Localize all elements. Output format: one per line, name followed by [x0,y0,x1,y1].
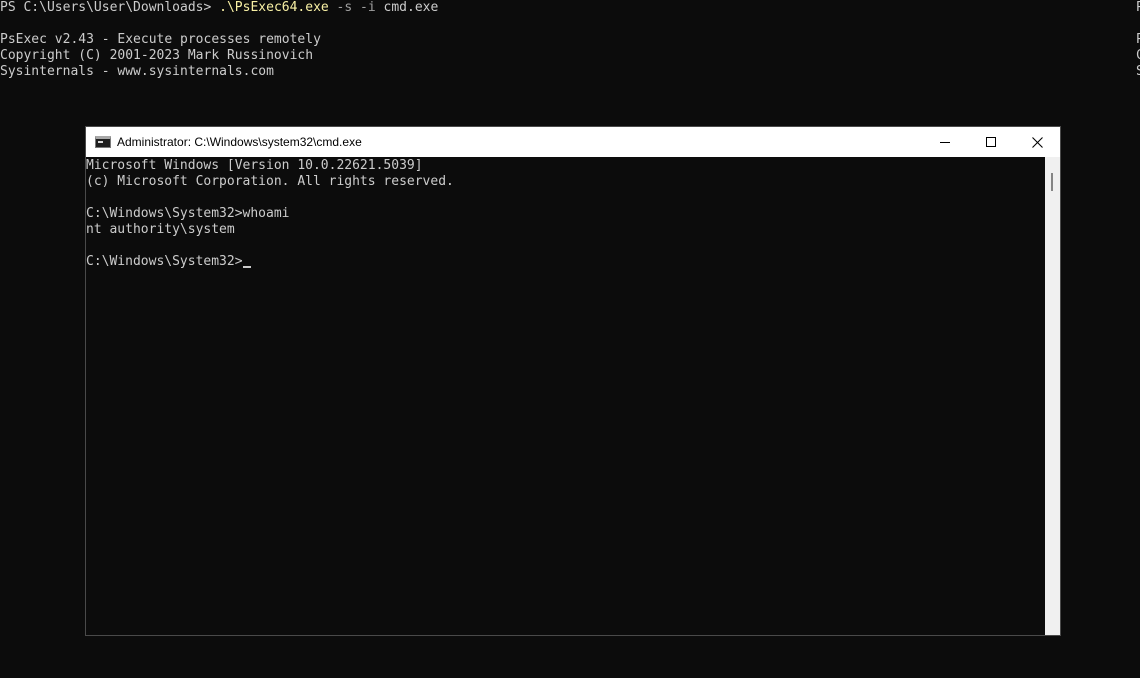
cmd-line: Microsoft Windows [Version 10.0.22621.50… [86,158,454,174]
ps-edge-char [1136,16,1140,32]
ps-line: PS C:\Users\User\Downloads> .\PsExec64.e… [0,0,1120,16]
cmd-titlebar[interactable]: Administrator: C:\Windows\system32\cmd.e… [86,127,1060,157]
scrollbar-thumb[interactable] [1051,173,1053,191]
cmd-line: C:\Windows\System32> [86,254,454,270]
ps-line: Copyright (C) 2001-2023 Mark Russinovich [0,48,1120,64]
cmd-line: C:\Windows\System32>whoami [86,206,454,222]
ps-token-prompt: PS C:\Users\User\Downloads> [0,0,220,15]
ps-edge-char: P [1136,32,1140,47]
text-cursor [242,266,251,268]
cmd-line: (c) Microsoft Corporation. All rights re… [86,174,454,190]
ps-token-arg: Sysinternals - www.sysinternals.com [0,64,274,79]
window-controls [922,127,1060,157]
cmd-line-text: Microsoft Windows [Version 10.0.22621.50… [86,158,423,173]
cmd-app-icon [95,136,111,148]
ps-token-arg: cmd.exe [375,0,439,15]
ps-line: Sysinternals - www.sysinternals.com [0,64,1120,80]
cmd-line: nt authority\system [86,222,454,238]
ps-token-param: -s -i [328,0,376,15]
window-title: Administrator: C:\Windows\system32\cmd.e… [117,135,362,149]
cmd-output: Microsoft Windows [Version 10.0.22621.50… [86,158,454,270]
cmd-line [86,190,454,206]
minimize-icon [940,142,950,143]
close-button[interactable] [1014,127,1060,157]
powershell-output: PS C:\Users\User\Downloads> .\PsExec64.e… [0,0,1120,80]
cmd-line [86,238,454,254]
ps-line: PsExec v2.43 - Execute processes remotel… [0,32,1120,48]
ps-token-exe: .\PsExec64.exe [219,0,329,15]
ps-token-arg: Copyright (C) 2001-2023 Mark Russinovich [0,48,314,63]
ps-edge-char: P [1136,0,1140,15]
maximize-button[interactable] [968,127,1014,157]
minimize-button[interactable] [922,127,968,157]
ps-line [0,16,1120,32]
cmd-line-text: nt authority\system [86,222,235,237]
cmd-line-text: C:\Windows\System32> [86,254,243,269]
cmd-line-text: (c) Microsoft Corporation. All rights re… [86,174,454,189]
maximize-icon [986,137,996,147]
close-icon [1031,136,1043,148]
powershell-right-edge-text: PPCS [1136,0,1140,80]
cmd-window[interactable]: Administrator: C:\Windows\system32\cmd.e… [85,126,1061,636]
cmd-console[interactable]: Microsoft Windows [Version 10.0.22621.50… [86,157,1046,635]
cmd-line-text: C:\Windows\System32>whoami [86,206,290,221]
vertical-scrollbar[interactable] [1045,157,1060,635]
ps-edge-char: S [1136,64,1140,79]
ps-token-arg: PsExec v2.43 - Execute processes remotel… [0,32,321,47]
ps-edge-char: C [1136,48,1140,63]
